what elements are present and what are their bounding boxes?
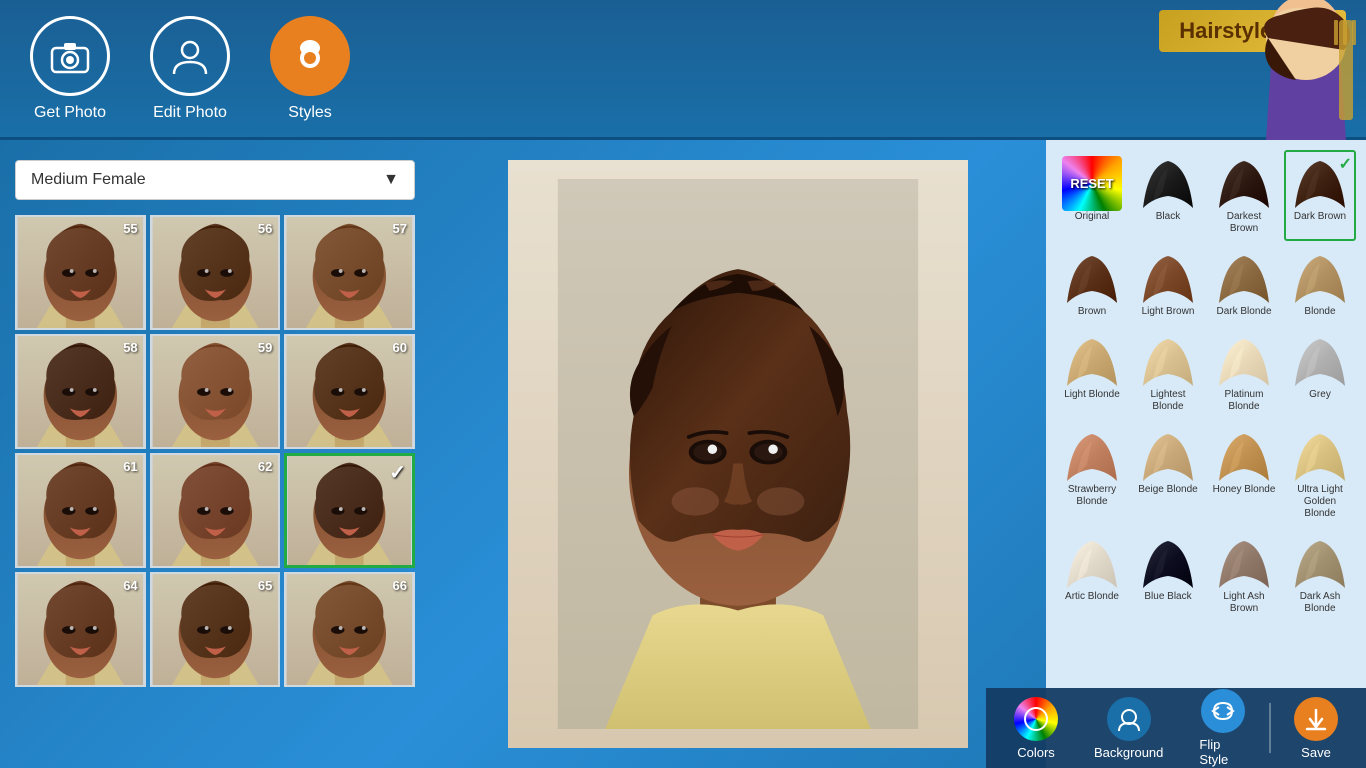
nav-get-photo[interactable]: Get Photo (30, 16, 110, 122)
toolbar-divider (1269, 703, 1271, 753)
swatch-label-honey-blonde: Honey Blonde (1213, 484, 1276, 496)
color-swatch-dark-ash-blonde[interactable]: Dark Ash Blonde (1284, 530, 1356, 621)
style-item[interactable]: ✓ (284, 453, 415, 568)
color-swatch-light-brown[interactable]: Light Brown (1132, 245, 1204, 324)
swatch-label-light-ash-brown: Light Ash Brown (1212, 591, 1276, 615)
person-icon (150, 16, 230, 96)
color-swatch-brown[interactable]: Brown (1056, 245, 1128, 324)
style-item[interactable]: 59 (150, 334, 281, 449)
preview-frame (508, 160, 968, 748)
colors-label: Colors (1017, 745, 1055, 760)
get-photo-label: Get Photo (34, 104, 106, 122)
swatch-label-platinum-blonde: Platinum Blonde (1212, 389, 1276, 413)
swatch-label-lightest-blonde: Lightest Blonde (1136, 389, 1200, 413)
swatch-label-blonde: Blonde (1304, 306, 1335, 318)
color-swatch-strawberry-blonde[interactable]: Strawberry Blonde (1056, 423, 1128, 526)
colors-icon (1014, 697, 1058, 741)
color-swatch-dark-brown[interactable]: Dark Brown ✓ (1284, 150, 1356, 241)
header: Get Photo Edit Photo Styles Hairstyle PR… (0, 0, 1366, 140)
background-button[interactable]: Background (1076, 689, 1181, 768)
dropdown-arrow-icon: ▼ (383, 171, 399, 189)
style-item[interactable]: 58 (15, 334, 146, 449)
save-label: Save (1301, 745, 1331, 760)
style-item[interactable]: 61 (15, 453, 146, 568)
preview-image (548, 179, 928, 729)
swatch-label-artic-blonde: Artic Blonde (1065, 591, 1119, 603)
swatch-label-dark-blonde: Dark Blonde (1216, 306, 1271, 318)
styles-label: Styles (288, 104, 332, 122)
style-item[interactable]: 66 (284, 572, 415, 687)
swatch-label-light-brown: Light Brown (1142, 306, 1195, 318)
style-item[interactable]: 64 (15, 572, 146, 687)
swatch-label-beige-blonde: Beige Blonde (1138, 484, 1198, 496)
swatch-label-blue-black: Blue Black (1144, 591, 1191, 603)
style-item[interactable]: 60 (284, 334, 415, 449)
flip-icon (1201, 689, 1245, 733)
swatch-label-light-blonde: Light Blonde (1064, 389, 1120, 401)
color-swatch-black[interactable]: Black (1132, 150, 1204, 241)
main-content: Medium Female ▼ (0, 140, 1366, 768)
toolbar: Colors Background Flip Style Save (986, 688, 1366, 768)
brand-area: Hairstyle PRO (1066, 0, 1366, 140)
flip-style-button[interactable]: Flip Style (1181, 681, 1264, 768)
color-swatch-artic-blonde[interactable]: Artic Blonde (1056, 530, 1128, 621)
edit-photo-label: Edit Photo (153, 104, 227, 122)
color-swatch-beige-blonde[interactable]: Beige Blonde (1132, 423, 1204, 526)
colors-button[interactable]: Colors (996, 689, 1076, 768)
styles-panel: Medium Female ▼ (0, 140, 430, 768)
swatch-label-original: Original (1075, 211, 1109, 223)
save-button[interactable]: Save (1276, 689, 1356, 768)
swatch-label-black: Black (1156, 211, 1180, 223)
color-swatch-ultra-light-golden-blonde[interactable]: Ultra Light Golden Blonde (1284, 423, 1356, 526)
color-swatch-lightest-blonde[interactable]: Lightest Blonde (1132, 328, 1204, 419)
style-item[interactable]: 56 (150, 215, 281, 330)
styles-grid: 55 (15, 215, 415, 687)
background-label: Background (1094, 745, 1163, 760)
color-swatch-dark-blonde[interactable]: Dark Blonde (1208, 245, 1280, 324)
color-swatch-honey-blonde[interactable]: Honey Blonde (1208, 423, 1280, 526)
color-swatch-light-blonde[interactable]: Light Blonde (1056, 328, 1128, 419)
dropdown-container[interactable]: Medium Female ▼ (15, 160, 415, 200)
color-swatch-original[interactable]: RESET Original (1056, 150, 1128, 241)
color-swatch-grey[interactable]: Grey (1284, 328, 1356, 419)
color-swatch-blue-black[interactable]: Blue Black (1132, 530, 1204, 621)
colors-panel: RESET Original Black (1046, 140, 1366, 768)
camera-icon (30, 16, 110, 96)
preview-panel (430, 140, 1046, 768)
color-swatch-darkest-brown[interactable]: Darkest Brown (1208, 150, 1280, 241)
swatch-label-dark-ash-blonde: Dark Ash Blonde (1288, 591, 1352, 615)
swatch-label-brown: Brown (1078, 306, 1106, 318)
swatch-label-dark-brown: Dark Brown (1294, 211, 1346, 223)
dropdown-value: Medium Female (31, 171, 146, 189)
nav-styles[interactable]: Styles (270, 16, 350, 122)
nav-edit-photo[interactable]: Edit Photo (150, 16, 230, 122)
background-icon (1107, 697, 1151, 741)
style-item[interactable]: 57 (284, 215, 415, 330)
save-icon (1294, 697, 1338, 741)
style-item[interactable]: 55 (15, 215, 146, 330)
color-swatches-grid: RESET Original Black (1056, 150, 1356, 621)
swatch-label-strawberry-blonde: Strawberry Blonde (1060, 484, 1124, 508)
flip-style-label: Flip Style (1199, 737, 1246, 767)
hair-icon (270, 16, 350, 96)
style-item[interactable]: 65 (150, 572, 281, 687)
swatch-label-grey: Grey (1309, 389, 1331, 401)
color-swatch-platinum-blonde[interactable]: Platinum Blonde (1208, 328, 1280, 419)
color-swatch-blonde[interactable]: Blonde (1284, 245, 1356, 324)
swatch-label-darkest-brown: Darkest Brown (1212, 211, 1276, 235)
style-category-dropdown[interactable]: Medium Female ▼ (15, 160, 415, 200)
style-item[interactable]: 62 (150, 453, 281, 568)
color-swatch-light-ash-brown[interactable]: Light Ash Brown (1208, 530, 1280, 621)
swatch-label-ultra-light-golden-blonde: Ultra Light Golden Blonde (1288, 484, 1352, 520)
